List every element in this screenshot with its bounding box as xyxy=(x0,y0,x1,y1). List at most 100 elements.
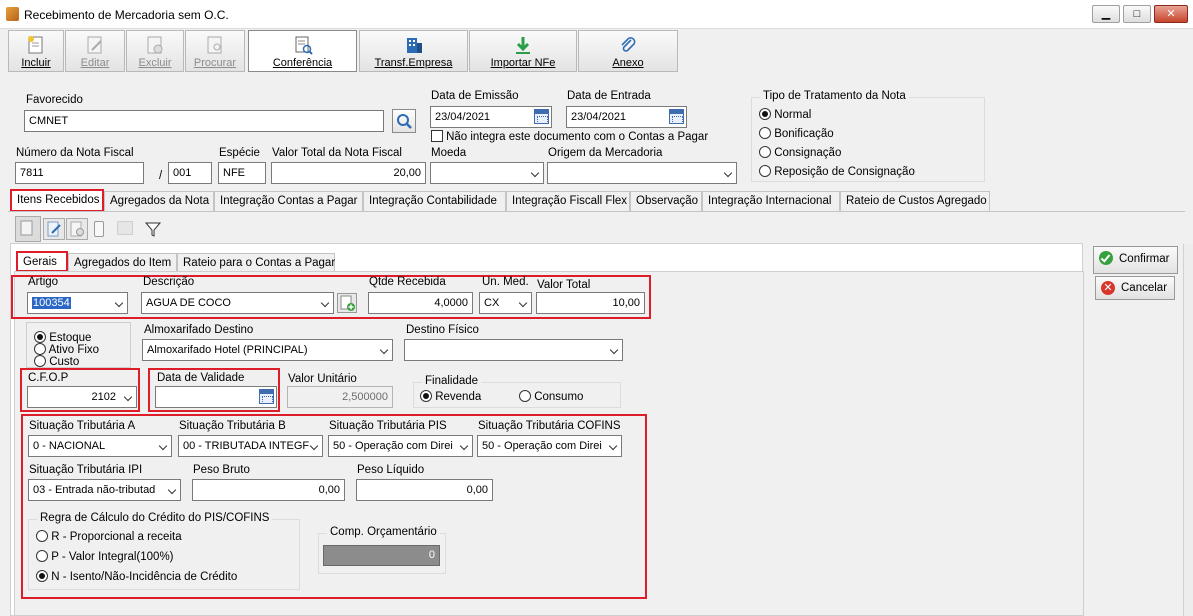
radio-icon[interactable] xyxy=(420,390,432,402)
calendar-icon[interactable] xyxy=(259,389,274,404)
close-button[interactable]: ✕ xyxy=(1154,5,1188,23)
subtab-gerais[interactable]: Gerais xyxy=(16,251,68,272)
transf-empresa-label: Transf.Empresa xyxy=(374,57,453,69)
consumo-radio[interactable]: Consumo xyxy=(519,390,583,403)
add-item-icon xyxy=(20,220,33,236)
maximize-button[interactable]: □ xyxy=(1123,5,1151,23)
radio-icon[interactable] xyxy=(759,108,771,120)
sit-a-select[interactable]: 0 - NACIONAL xyxy=(28,435,172,457)
tipo-normal-radio[interactable]: Normal xyxy=(759,108,811,121)
cfop-select[interactable]: 2102 xyxy=(27,386,137,408)
add-item-button[interactable] xyxy=(15,216,41,242)
serie-input[interactable]: 001 xyxy=(168,162,212,184)
procurar-button[interactable]: Procurar xyxy=(185,30,245,72)
conferencia-button[interactable]: Conferência xyxy=(248,30,357,72)
tab-observacao[interactable]: Observação xyxy=(630,191,702,211)
regra-p-radio[interactable]: P - Valor Integral(100%) xyxy=(36,550,174,563)
radio-icon[interactable] xyxy=(34,343,46,355)
vertical-scrollbar[interactable] xyxy=(1183,244,1193,616)
valor-unitario-input[interactable]: 2,500000 xyxy=(287,386,393,408)
radio-icon[interactable] xyxy=(759,146,771,158)
radio-icon[interactable] xyxy=(34,355,46,367)
un-med-select[interactable]: CX xyxy=(479,292,532,314)
radio-icon[interactable] xyxy=(519,390,531,402)
numero-nota-input[interactable]: 7811 xyxy=(15,162,144,184)
radio-icon[interactable] xyxy=(36,530,48,542)
destino-fisico-select[interactable] xyxy=(404,339,623,361)
tab-integracao-contabilidade[interactable]: Integração Contabilidade xyxy=(363,191,506,211)
tipo-bonificacao-radio[interactable]: Bonificação xyxy=(759,127,834,140)
revenda-radio[interactable]: Revenda xyxy=(420,390,481,403)
descricao-label: Descrição xyxy=(143,276,195,288)
data-emissao-input[interactable]: 23/04/2021 xyxy=(430,106,552,128)
minimize-button[interactable]: ▁ xyxy=(1092,5,1120,23)
regra-r-label: R - Proporcional a receita xyxy=(51,531,182,543)
qtde-input[interactable]: 4,0000 xyxy=(368,292,473,314)
checkbox-box[interactable] xyxy=(431,130,443,142)
sit-ipi-select[interactable]: 03 - Entrada não-tributad xyxy=(28,479,181,501)
tipo-reposicao-radio[interactable]: Reposição de Consignação xyxy=(759,165,915,178)
radio-icon[interactable] xyxy=(36,550,48,562)
data-emissao-value: 23/04/2021 xyxy=(435,111,491,123)
lot-icon[interactable] xyxy=(94,221,104,237)
validade-label: Data de Validade xyxy=(157,372,245,384)
radio-icon[interactable] xyxy=(34,331,46,343)
regra-n-radio[interactable]: N - Isento/Não-Incidência de Crédito xyxy=(36,570,237,583)
validade-input[interactable] xyxy=(155,386,277,408)
data-entrada-value: 23/04/2021 xyxy=(571,111,627,123)
subtab-agregados-item[interactable]: Agregados do Item xyxy=(68,253,177,272)
calendar-icon[interactable] xyxy=(534,109,549,124)
subtab-rateio-contas[interactable]: Rateio para o Contas a Pagar xyxy=(177,253,335,272)
image-icon[interactable] xyxy=(117,221,133,235)
tab-itens-recebidos[interactable]: Itens Recebidos xyxy=(10,189,104,212)
calendar-icon[interactable] xyxy=(669,109,684,124)
sit-pis-select[interactable]: 50 - Operação com Direi xyxy=(328,435,473,457)
radio-icon[interactable] xyxy=(759,127,771,139)
especie-input[interactable]: NFE xyxy=(218,162,266,184)
radio-icon[interactable] xyxy=(36,570,48,582)
incluir-button[interactable]: Incluir xyxy=(8,30,64,72)
moeda-select[interactable] xyxy=(430,162,544,184)
valor-total-input[interactable]: 10,00 xyxy=(536,292,645,314)
transf-empresa-button[interactable]: Transf.Empresa xyxy=(359,30,468,72)
edit-item-button[interactable] xyxy=(43,218,65,240)
tab-agregados-nota[interactable]: Agregados da Nota xyxy=(104,191,214,211)
data-entrada-input[interactable]: 23/04/2021 xyxy=(566,106,687,128)
excluir-button[interactable]: Excluir xyxy=(126,30,184,72)
artigo-select[interactable]: 100354 xyxy=(27,292,128,314)
delete-item-button[interactable] xyxy=(66,218,88,240)
sit-cofins-select[interactable]: 50 - Operação com Direi xyxy=(477,435,622,457)
add-product-button[interactable] xyxy=(337,293,357,313)
editar-label: Editar xyxy=(80,57,110,69)
tab-integracao-contas[interactable]: Integração Contas a Pagar xyxy=(214,191,363,211)
origem-select[interactable] xyxy=(547,162,737,184)
tab-integracao-internacional[interactable]: Integração Internacional xyxy=(702,191,840,211)
tab-integracao-fiscal[interactable]: Integração Fiscall Flex xyxy=(506,191,630,211)
importar-nfe-button[interactable]: Importar NFe xyxy=(469,30,577,72)
radio-icon[interactable] xyxy=(759,165,771,177)
peso-liquido-input[interactable]: 0,00 xyxy=(356,479,493,501)
tipo-consignacao-label: Consignação xyxy=(774,147,842,159)
cancelar-button[interactable]: ✕ Cancelar xyxy=(1095,276,1175,300)
favorecido-input[interactable]: CMNET xyxy=(24,110,384,132)
peso-bruto-input[interactable]: 0,00 xyxy=(192,479,345,501)
tab-rateio-custos[interactable]: Rateio de Custos Agregado xyxy=(840,191,990,211)
nao-integra-checkbox[interactable]: Não integra este documento com o Contas … xyxy=(431,130,708,143)
search-favorecido-button[interactable] xyxy=(392,109,416,133)
comp-orcamentario-value[interactable]: 0 xyxy=(323,545,440,566)
valor-total-nota-input[interactable]: 20,00 xyxy=(271,162,426,184)
almox-select[interactable]: Almoxarifado Hotel (PRINCIPAL) xyxy=(142,339,393,361)
descricao-select[interactable]: AGUA DE COCO xyxy=(141,292,334,314)
sit-b-select[interactable]: 00 - TRIBUTADA INTEGF xyxy=(178,435,323,457)
paperclip-icon xyxy=(618,35,638,55)
new-document-icon xyxy=(26,35,46,55)
editar-button[interactable]: Editar xyxy=(65,30,125,72)
custo-radio[interactable]: Custo xyxy=(34,355,79,368)
regra-r-radio[interactable]: R - Proporcional a receita xyxy=(36,530,182,543)
un-med-label: Un. Med. xyxy=(482,276,529,288)
tipo-reposicao-label: Reposição de Consignação xyxy=(774,166,915,178)
confirmar-button[interactable]: Confirmar xyxy=(1093,246,1178,274)
filter-icon[interactable] xyxy=(144,220,162,241)
anexo-button[interactable]: Anexo xyxy=(578,30,678,72)
tipo-consignacao-radio[interactable]: Consignação xyxy=(759,146,841,159)
